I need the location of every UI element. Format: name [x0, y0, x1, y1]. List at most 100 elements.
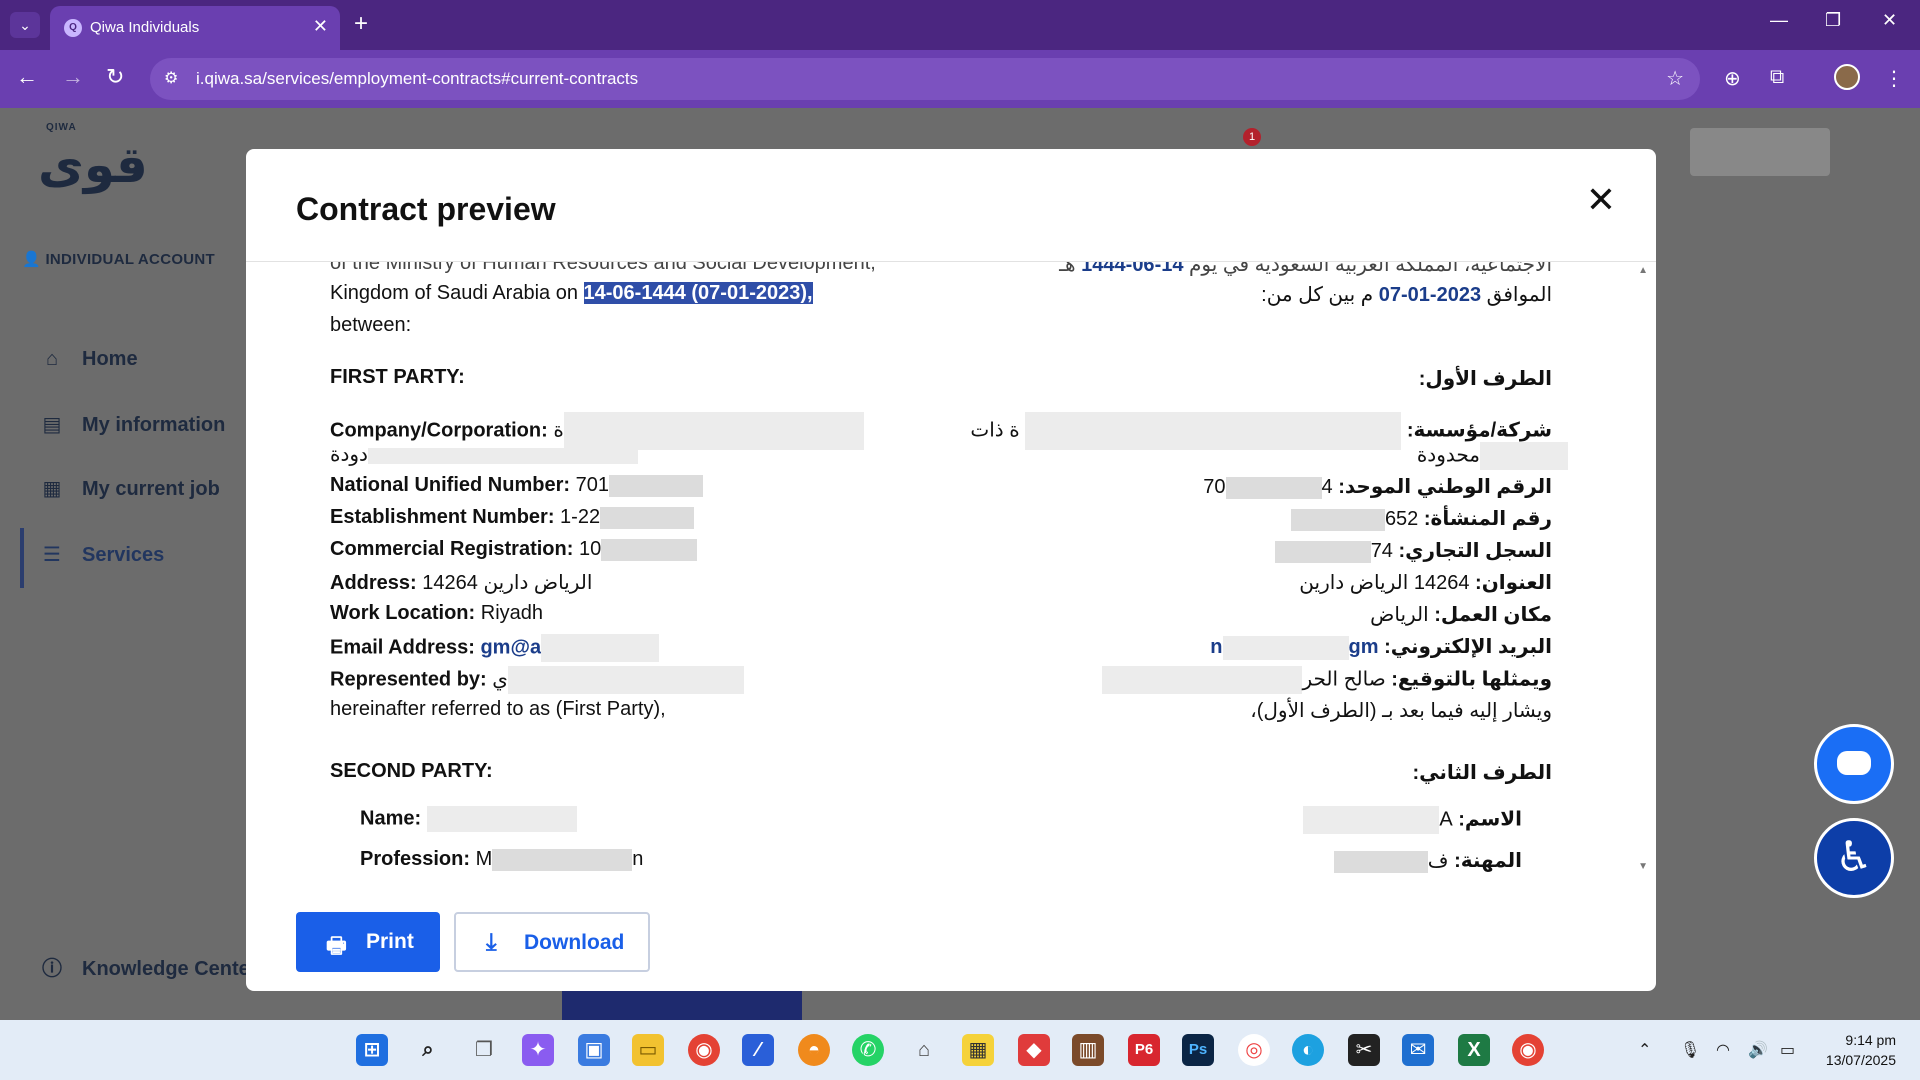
download-button[interactable]: ⤓ Download — [454, 912, 650, 972]
app-orange-icon[interactable]: ◓ — [798, 1034, 830, 1066]
accessibility-button[interactable]: ♿ — [1814, 818, 1894, 898]
restore-icon[interactable]: ❐ — [1825, 10, 1841, 31]
tray-chevron-up-icon[interactable]: ⌃ — [1638, 1040, 1651, 1060]
app-blue-icon[interactable]: ⁄ — [742, 1034, 774, 1066]
qiwa-logo[interactable]: QIWA قوى — [38, 122, 148, 200]
site-info-icon[interactable]: ⚙ — [164, 68, 178, 88]
browser-tab-active[interactable]: Q Qiwa Individuals ✕ — [50, 6, 340, 50]
redacted-block — [1102, 666, 1303, 694]
en-commercial-registration-row: Commercial Registration: 10 — [330, 538, 698, 561]
whatsapp-icon[interactable]: ✆ — [852, 1034, 884, 1066]
ar-profession-row: المهنة: ف — [1333, 848, 1522, 873]
en-intro-line3: between: — [330, 314, 412, 336]
list-icon: ☰ — [43, 544, 61, 566]
en-hereinafter: hereinafter referred to as (First Party)… — [330, 698, 666, 720]
page-action-button[interactable] — [562, 986, 802, 1024]
windows-start-icon[interactable]: ⊞ — [356, 1034, 388, 1066]
redacted-block — [1225, 476, 1322, 499]
file-explorer-icon[interactable]: ▭ — [632, 1034, 664, 1066]
redacted-block — [1333, 850, 1428, 873]
redacted-block — [600, 506, 695, 529]
address-bar[interactable]: ⚙ i.qiwa.sa/services/employment-contract… — [150, 58, 1700, 100]
primavera-p6-icon[interactable]: P6 — [1128, 1034, 1160, 1066]
ar-first-party-heading: الطرف الأول: — [1418, 368, 1552, 390]
url-text[interactable]: i.qiwa.sa/services/employment-contracts#… — [196, 69, 638, 89]
sidebar-item-services[interactable]: ☰ Services — [40, 542, 164, 567]
en-company-line2: دودة — [330, 442, 638, 467]
ar-company-line2: محدودة — [1417, 442, 1568, 470]
scroll-down-arrow-icon[interactable]: ▼ — [1638, 861, 1648, 872]
chrome-icon[interactable]: ◉ — [688, 1034, 720, 1066]
window-close-icon[interactable]: ✕ — [1882, 10, 1897, 31]
ar-name-row: الاسم: A — [1303, 806, 1522, 834]
contract-document[interactable]: of the Ministry of Human Resources and S… — [246, 262, 1656, 882]
modal-close-icon[interactable]: ✕ — [1586, 179, 1616, 221]
new-tab-button[interactable]: + — [354, 10, 368, 38]
ar-national-unified-number-row: الرقم الوطني الموحد: 470 — [1203, 476, 1552, 499]
modal-title: Contract preview — [296, 191, 556, 227]
outlook-icon[interactable]: ✉ — [1402, 1034, 1434, 1066]
app-circle-icon[interactable]: ◎ — [1238, 1034, 1270, 1066]
en-national-unified-number-row: National Unified Number: 701 — [330, 474, 703, 497]
sidebar-item-my-information[interactable]: ▤ My information — [40, 412, 226, 437]
en-address-row: Address: 14264 الرياض دارين — [330, 572, 593, 594]
en-first-party-heading: FIRST PARTY: — [330, 366, 465, 388]
task-view-icon[interactable]: ❐ — [468, 1034, 500, 1066]
chrome-active-icon[interactable]: ◉ — [1512, 1034, 1544, 1066]
system-clock[interactable]: 9:14 pm 13/07/2025 — [1826, 1030, 1896, 1070]
winrar-icon[interactable]: ▥ — [1072, 1034, 1104, 1066]
highlighted-date: 14-06-1444 (07-01-2023), — [583, 282, 813, 304]
en-email-row: Email Address: gm@a — [330, 634, 660, 662]
person-icon: 👤 — [22, 251, 46, 268]
volume-icon[interactable]: 🔊 — [1748, 1040, 1768, 1060]
chat-support-button[interactable] — [1814, 724, 1894, 804]
capcut-icon[interactable]: ✂ — [1348, 1034, 1380, 1066]
store-icon[interactable]: ▣ — [578, 1034, 610, 1066]
email-link[interactable]: gm@a — [480, 636, 541, 658]
edge-icon[interactable]: ◐ — [1292, 1034, 1324, 1066]
app-yellow-icon[interactable]: ▦ — [962, 1034, 994, 1066]
bookmark-star-icon[interactable]: ☆ — [1666, 66, 1684, 91]
ar-second-party-heading: الطرف الثاني: — [1412, 762, 1552, 784]
tab-close-icon[interactable]: ✕ — [313, 16, 328, 37]
sidebar-item-knowledge-center[interactable]: ⓘ Knowledge Cente — [40, 952, 250, 981]
contract-preview-modal: Contract preview ✕ of the Ministry of Hu… — [246, 149, 1656, 991]
print-button[interactable]: 🖶 Print — [296, 912, 440, 972]
photoshop-icon[interactable]: Ps — [1182, 1034, 1214, 1066]
redacted-block — [601, 538, 698, 561]
download-icon: ⤓ — [486, 929, 497, 956]
copilot-icon[interactable]: ✦ — [522, 1034, 554, 1066]
profile-avatar[interactable] — [1834, 64, 1860, 90]
battery-icon[interactable]: ▭ — [1780, 1040, 1795, 1060]
accessibility-icon: ♿ — [1835, 833, 1873, 880]
search-icon[interactable]: ⌕ — [412, 1034, 444, 1066]
redacted-block — [1025, 412, 1402, 450]
notification-badge[interactable]: 1 — [1243, 128, 1261, 146]
add-extension-icon[interactable]: ⊕ — [1724, 66, 1741, 91]
back-icon[interactable]: ← — [16, 64, 38, 90]
redacted-block — [1303, 806, 1440, 834]
redacted-block — [492, 848, 633, 871]
scroll-up-arrow-icon[interactable]: ▲ — [1638, 265, 1648, 276]
minimize-icon[interactable]: — — [1770, 10, 1788, 31]
anydesk-icon[interactable]: ◆ — [1018, 1034, 1050, 1066]
windows-taskbar: ⊞ ⌕ ❐ ✦ ▣ ▭ ◉ ⁄ ◓ ✆ ⌂ ▦ ◆ ▥ P6 Ps ◎ ◐ ✂ … — [0, 1020, 1920, 1080]
microphone-icon[interactable]: 🎙 — [1680, 1040, 1700, 1060]
sidebar-item-my-current-job[interactable]: ▦ My current job — [40, 476, 220, 501]
ar-represented-by-row: ويمثلها بالتوقيع: صالح الحر — [1102, 666, 1552, 694]
app-tree-icon[interactable]: ⌂ — [908, 1034, 940, 1066]
user-menu-redacted[interactable] — [1690, 128, 1830, 176]
wifi-icon[interactable]: ◠ — [1716, 1040, 1730, 1060]
excel-icon[interactable]: X — [1458, 1034, 1490, 1066]
extensions-puzzle-icon[interactable]: ⧉ — [1770, 66, 1784, 89]
en-name-row: Name: — [360, 806, 577, 832]
reload-icon[interactable]: ↻ — [106, 64, 124, 90]
sidebar-item-home[interactable]: ⌂ Home — [40, 348, 138, 371]
ar-commercial-registration-row: السجل التجاري: 74 — [1274, 538, 1552, 563]
ar-work-location-row: مكان العمل: الرياض — [1370, 604, 1552, 626]
forward-icon[interactable]: → — [62, 64, 84, 90]
redacted-block — [1290, 508, 1385, 531]
redacted-block — [1222, 635, 1349, 660]
browser-menu-icon[interactable]: ⋮ — [1884, 66, 1904, 91]
tab-search-chevron-icon[interactable]: ⌄ — [10, 12, 40, 38]
